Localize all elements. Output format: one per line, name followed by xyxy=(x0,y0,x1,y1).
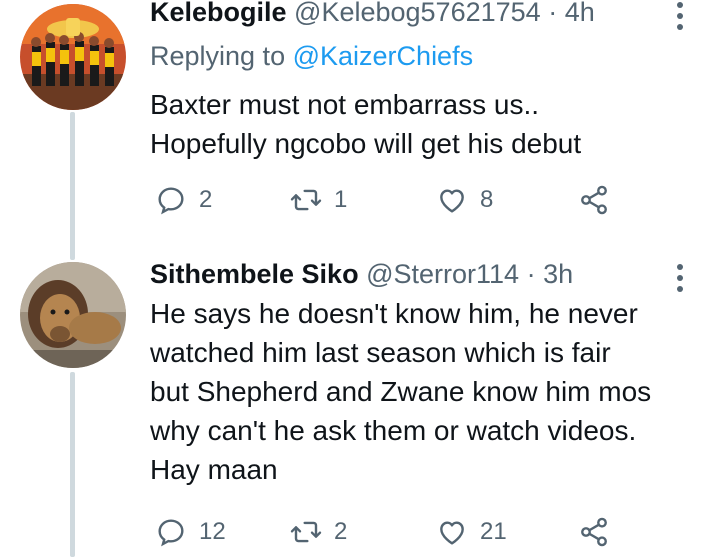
reply-icon xyxy=(158,187,184,215)
like-button[interactable]: 21 xyxy=(436,516,507,548)
reply-count: 2 xyxy=(199,186,213,213)
display-name[interactable]: Sithembele Siko xyxy=(150,259,359,289)
timestamp[interactable]: 4h xyxy=(565,0,595,27)
like-count: 8 xyxy=(480,186,494,213)
thread-line xyxy=(70,372,75,557)
retweet-count: 2 xyxy=(334,518,348,545)
reply-icon xyxy=(158,519,184,547)
replying-prefix: Replying to xyxy=(150,41,286,71)
retweet-count: 1 xyxy=(334,186,348,213)
tweet-text-line: watched him last season which is fair xyxy=(150,337,611,368)
tweet-text-line: but Shepherd and Zwane know him mos xyxy=(150,376,652,407)
retweet-icon xyxy=(290,521,322,543)
share-icon xyxy=(581,185,607,215)
separator: · xyxy=(548,0,558,27)
user-handle[interactable]: @Kelebog57621754 xyxy=(294,0,541,27)
more-options-icon[interactable] xyxy=(676,264,684,292)
replying-handle-link[interactable]: @KaizerChiefs xyxy=(293,41,473,71)
tweet-text: He says he doesn't know him, he never wa… xyxy=(150,294,651,489)
share-button[interactable] xyxy=(578,516,610,548)
tweet-text-line: He says he doesn't know him, he never xyxy=(150,298,638,329)
separator: · xyxy=(526,259,536,289)
retweet-button[interactable]: 2 xyxy=(290,516,347,548)
reply-button[interactable]: 2 xyxy=(155,184,212,216)
avatar[interactable] xyxy=(20,262,126,368)
tweet-text-line: Hopefully ngcobo will get his debut xyxy=(150,128,582,159)
tweet-text-line: Baxter must not embarrass us.. xyxy=(150,89,540,120)
avatar[interactable] xyxy=(20,4,126,110)
heart-icon xyxy=(440,189,464,213)
heart-icon xyxy=(440,521,464,545)
replying-to: Replying to @KaizerChiefs xyxy=(150,40,473,72)
tweet-header: Kelebogile @Kelebog57621754 · 4h xyxy=(150,0,595,28)
like-count: 21 xyxy=(480,518,507,545)
thread-line xyxy=(70,112,75,260)
like-button[interactable]: 8 xyxy=(436,184,493,216)
retweet-icon xyxy=(290,189,322,211)
timestamp[interactable]: 3h xyxy=(543,259,573,289)
tweet-header: Sithembele Siko @Sterror114 · 3h xyxy=(150,258,573,290)
reply-count: 12 xyxy=(199,518,226,545)
reply-button[interactable]: 12 xyxy=(155,516,226,548)
user-handle[interactable]: @Sterror114 xyxy=(366,259,519,289)
retweet-button[interactable]: 1 xyxy=(290,184,347,216)
share-button[interactable] xyxy=(578,184,610,216)
share-icon xyxy=(581,517,607,547)
tweet-text: Baxter must not embarrass us.. Hopefully… xyxy=(150,85,581,163)
display-name[interactable]: Kelebogile xyxy=(150,0,287,27)
more-options-icon[interactable] xyxy=(676,2,684,30)
tweet-text-line: why can't he ask them or watch videos. xyxy=(150,415,637,446)
tweet-text-line: Hay maan xyxy=(150,454,278,485)
